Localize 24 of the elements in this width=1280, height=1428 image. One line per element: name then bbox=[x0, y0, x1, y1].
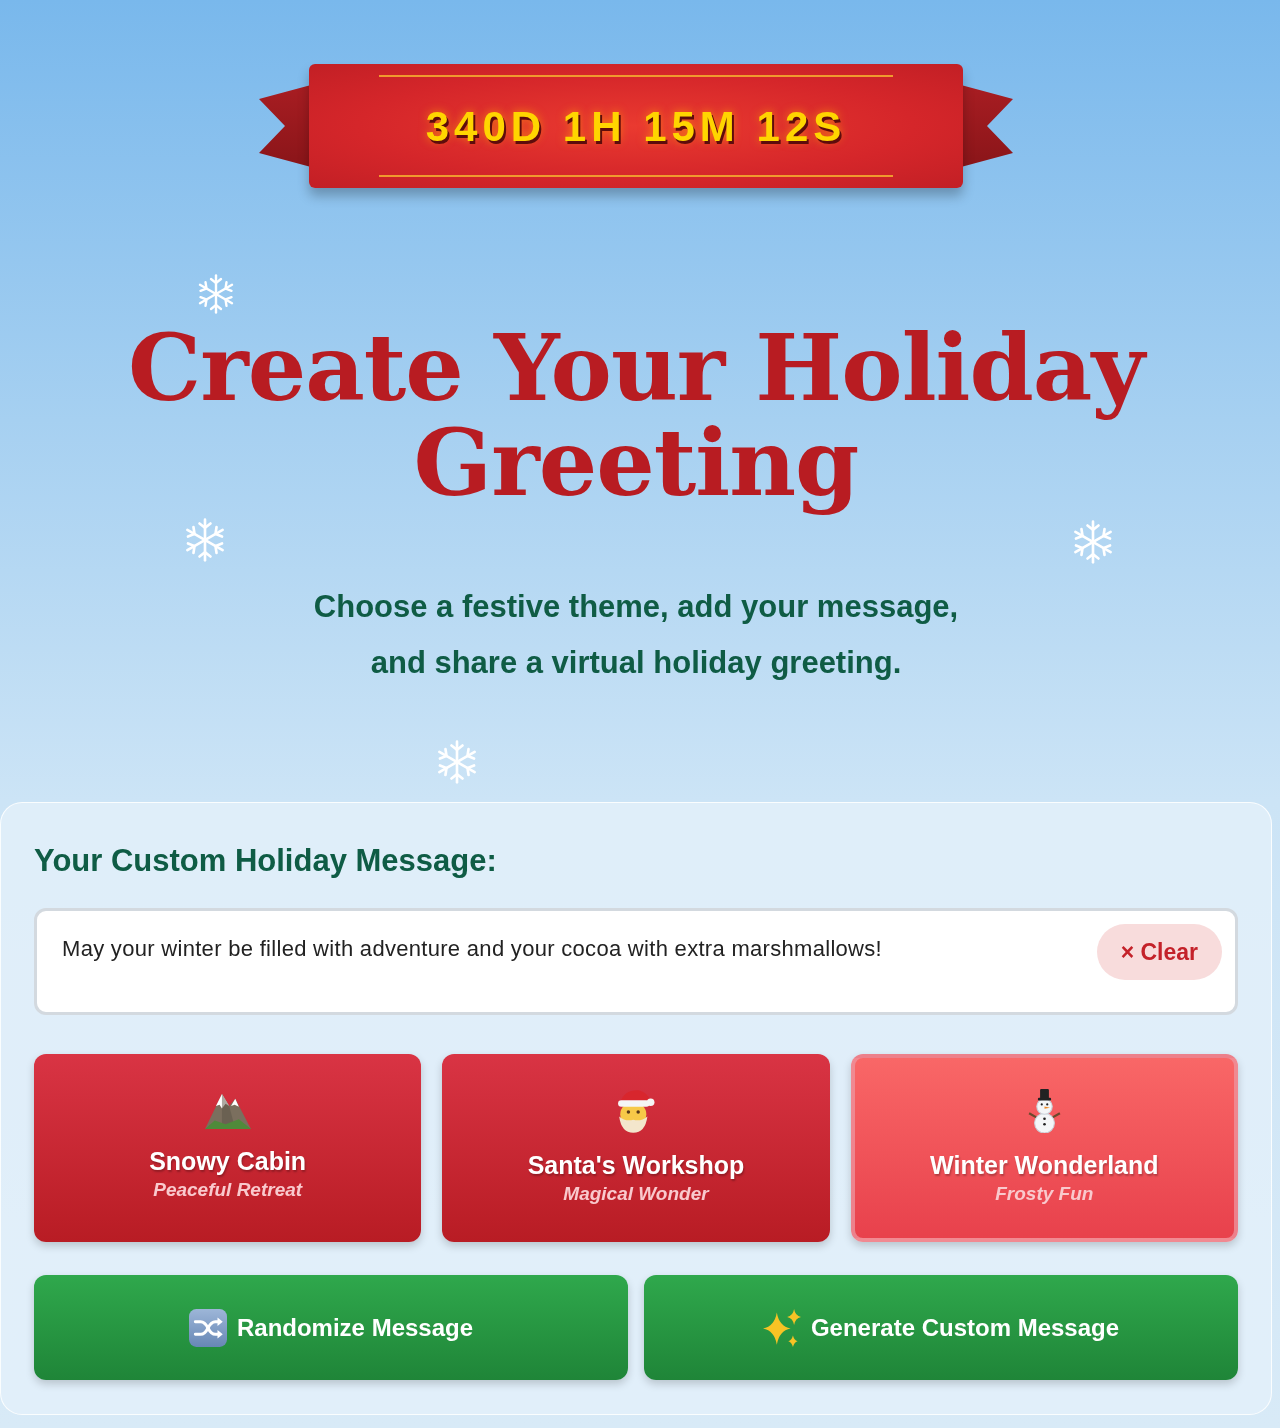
theme-tagline: Magical Wonder bbox=[563, 1182, 709, 1206]
snowflake-icon bbox=[435, 740, 479, 784]
snowman-icon bbox=[1027, 1089, 1061, 1133]
theme-name: Santa's Workshop bbox=[527, 1150, 745, 1181]
theme-name: Winter Wonderland bbox=[930, 1150, 1159, 1181]
theme-tagline: Frosty Fun bbox=[995, 1182, 1094, 1206]
generate-button[interactable]: Generate Custom Message bbox=[644, 1275, 1238, 1380]
santa-face-icon bbox=[617, 1089, 655, 1133]
snowflake-icon bbox=[196, 274, 236, 314]
clear-button[interactable]: × Clear bbox=[1096, 924, 1222, 980]
snowflake-icon bbox=[183, 518, 227, 562]
theme-card[interactable]: Winter Wonderland Frosty Fun bbox=[850, 1054, 1238, 1242]
countdown-text: 340D 1H 15M 12S bbox=[425, 101, 847, 152]
panel-heading: Your Custom Holiday Message: bbox=[34, 842, 498, 880]
theme-tagline: Peaceful Retreat bbox=[153, 1177, 303, 1202]
shuffle-icon bbox=[188, 1308, 227, 1347]
mountain-icon bbox=[204, 1093, 251, 1129]
sparkles-icon bbox=[762, 1308, 801, 1347]
snowflake-icon bbox=[1071, 520, 1115, 564]
page-subtitle: Choose a festive theme, add your message, and share a virtual holiday greeting. bbox=[312, 588, 960, 682]
theme-card[interactable]: Santa's Workshop Magical Wonder bbox=[442, 1054, 830, 1242]
theme-name: Snowy Cabin bbox=[149, 1145, 307, 1177]
randomize-button[interactable]: Randomize Message bbox=[34, 1275, 628, 1380]
theme-card[interactable]: Snowy Cabin Peaceful Retreat bbox=[34, 1054, 422, 1242]
